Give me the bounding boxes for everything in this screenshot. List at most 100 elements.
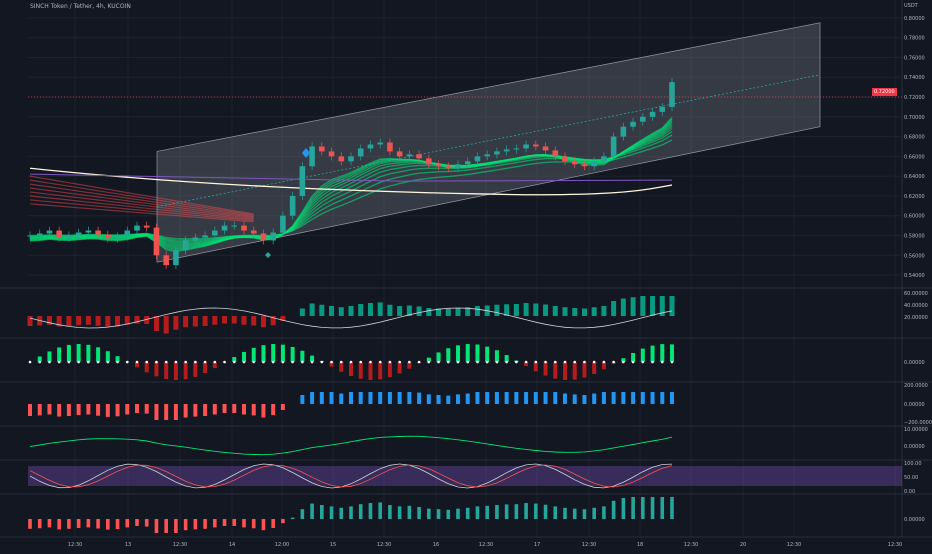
osc6-bar [641, 497, 645, 519]
candle [66, 235, 72, 237]
osc6-bar [28, 519, 32, 529]
cci-bar [651, 392, 655, 404]
osc6-bar [408, 506, 412, 519]
candle [115, 236, 121, 238]
candle [309, 146, 315, 166]
momentum-bar [456, 345, 460, 362]
cci-bar [223, 404, 227, 413]
cci-bar [417, 393, 421, 404]
candle [552, 150, 558, 156]
cci-bar [242, 404, 246, 415]
osc6-bar [495, 505, 499, 519]
candle [222, 226, 228, 231]
x-tick-label: 16 [433, 542, 439, 548]
osc6-bar [242, 519, 246, 527]
zero-dot [428, 361, 431, 364]
y-tick-label: 0.70000 [904, 115, 925, 121]
cci-bar [310, 392, 314, 404]
cci-bar [563, 394, 567, 405]
candle [387, 143, 393, 152]
chart-canvas[interactable]: 0.800000.780000.760000.740000.720000.700… [0, 0, 932, 550]
cci-bar [660, 392, 664, 404]
momentum-bar [660, 344, 664, 362]
cci-bar [602, 392, 606, 404]
momentum-bar [388, 362, 392, 377]
osc6-bar [602, 506, 606, 519]
candle [183, 240, 189, 250]
cci-bar [271, 404, 275, 415]
candle [494, 151, 500, 154]
osc-bar [397, 306, 402, 316]
cci-bar [261, 404, 265, 418]
y-tick-label: 0.78000 [904, 36, 925, 42]
zero-dot [194, 361, 197, 364]
momentum-bar [261, 345, 265, 362]
x-tick-label: 12:30 [68, 542, 82, 548]
x-tick-label: 12:00 [275, 542, 289, 548]
osc6-bar [660, 497, 664, 519]
candle [484, 154, 490, 156]
candle [611, 137, 617, 157]
osc-bar [173, 316, 178, 330]
zero-dot [272, 361, 275, 364]
zero-dot [466, 361, 469, 364]
osc6-bar [262, 519, 266, 530]
osc-bar [154, 316, 159, 331]
osc-bar [300, 309, 305, 317]
osc6-bar [456, 509, 460, 519]
y-tick-label: 0.00000 [904, 444, 925, 450]
osc6-bar [67, 519, 71, 529]
cci-bar [592, 394, 596, 405]
osc6-bar [164, 519, 168, 533]
osc6-bar [232, 519, 236, 526]
candle [329, 151, 335, 156]
osc6-bar [446, 510, 450, 519]
osc6-bar [87, 519, 91, 527]
x-tick-label: 12:30 [787, 542, 801, 548]
zero-dot [311, 361, 314, 364]
cci-bar [475, 392, 479, 404]
candle [231, 226, 237, 227]
candle [319, 146, 325, 151]
y-tick-label: 10.00000 [904, 427, 928, 433]
zero-dot [155, 361, 158, 364]
candle [533, 144, 539, 146]
candle [290, 196, 296, 216]
zero-dot [145, 361, 148, 364]
osc6-bar [174, 519, 178, 533]
osc6-bar [349, 506, 353, 519]
cci-bar [505, 392, 509, 404]
candle [144, 226, 150, 228]
x-tick-label: 12:30 [582, 542, 596, 548]
candle [640, 117, 646, 122]
candle [37, 234, 43, 236]
osc-bar [563, 307, 568, 316]
osc-bar [261, 316, 266, 327]
osc-bar [611, 301, 616, 316]
momentum-bar [368, 362, 372, 380]
cci-bar [446, 396, 450, 404]
osc-bar [582, 309, 587, 317]
y-tick-label: 0.56000 [904, 253, 925, 259]
zero-dot [87, 361, 90, 364]
cci-bar [86, 404, 90, 415]
cci-bar [300, 395, 304, 404]
zero-dot [486, 361, 489, 364]
candle [582, 164, 588, 166]
candle [56, 231, 62, 238]
x-tick-label: 18 [637, 542, 643, 548]
zero-dot [525, 361, 528, 364]
trading-chart[interactable]: 0.800000.780000.760000.740000.720000.700… [0, 0, 932, 550]
momentum-bar [495, 350, 499, 362]
candle [621, 127, 627, 137]
osc6-bar [670, 497, 674, 519]
osc-bar [601, 306, 606, 316]
osc-bar [28, 316, 33, 326]
zero-dot [116, 361, 119, 364]
momentum-bar [553, 362, 557, 379]
osc6-bar [96, 519, 100, 529]
y-tick-label: 0.80000 [904, 16, 925, 22]
osc6-bar [155, 519, 159, 533]
osc-bar [446, 309, 451, 316]
momentum-bar [184, 362, 188, 379]
